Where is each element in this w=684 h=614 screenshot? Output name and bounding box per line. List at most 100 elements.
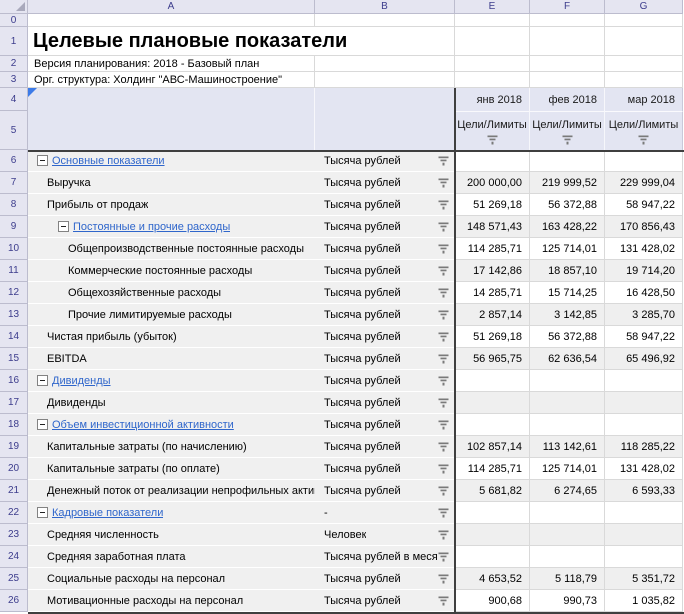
value-cell[interactable]: 17 142,86 (455, 260, 530, 282)
value-cell[interactable] (455, 150, 530, 172)
value-cell[interactable]: 58 947,22 (605, 194, 683, 216)
value-cell[interactable]: 5 351,72 (605, 568, 683, 590)
value-cell[interactable] (605, 392, 683, 414)
row-header[interactable]: 3 (0, 72, 28, 88)
unit-filter-icon[interactable] (438, 464, 449, 474)
row-header[interactable]: 12 (0, 282, 28, 304)
value-cell[interactable] (605, 370, 683, 392)
row-header[interactable]: 13 (0, 304, 28, 326)
value-cell[interactable]: 5 681,82 (455, 480, 530, 502)
unit-filter-icon[interactable] (438, 244, 449, 254)
row-header[interactable]: 20 (0, 458, 28, 480)
value-cell[interactable]: 114 285,71 (455, 458, 530, 480)
unit-filter-icon[interactable] (438, 398, 449, 408)
unit-filter-icon[interactable] (438, 486, 449, 496)
column-header-E[interactable]: E (455, 0, 530, 14)
unit-filter-icon[interactable] (438, 332, 449, 342)
empty-cell[interactable] (530, 27, 605, 56)
row-header[interactable]: 4 (0, 88, 28, 111)
row-header[interactable]: 17 (0, 392, 28, 414)
row-header[interactable]: 16 (0, 370, 28, 392)
unit-filter-icon[interactable] (438, 354, 449, 364)
empty-cell[interactable] (530, 56, 605, 72)
group-link[interactable]: Объем инвестиционной активности (52, 419, 234, 431)
value-cell[interactable]: 6 274,65 (530, 480, 605, 502)
value-cell[interactable]: 118 285,22 (605, 436, 683, 458)
empty-cell[interactable] (605, 27, 683, 56)
row-header[interactable]: 14 (0, 326, 28, 348)
row-header[interactable]: 10 (0, 238, 28, 260)
value-cell[interactable]: 15 714,25 (530, 282, 605, 304)
value-cell[interactable]: 5 118,79 (530, 568, 605, 590)
value-cell[interactable] (605, 524, 683, 546)
value-cell[interactable]: 102 857,14 (455, 436, 530, 458)
value-cell[interactable] (530, 502, 605, 524)
value-cell[interactable]: 163 428,22 (530, 216, 605, 238)
value-cell[interactable]: 6 593,33 (605, 480, 683, 502)
empty-cell[interactable] (605, 56, 683, 72)
column-header-A[interactable]: A (28, 0, 315, 14)
row-header[interactable]: 21 (0, 480, 28, 502)
value-cell[interactable]: 229 999,04 (605, 172, 683, 194)
unit-filter-icon[interactable] (438, 552, 449, 562)
value-cell[interactable] (455, 546, 530, 568)
value-cell[interactable]: 19 714,20 (605, 260, 683, 282)
row-header[interactable]: 0 (0, 14, 28, 27)
value-cell[interactable]: 3 142,85 (530, 304, 605, 326)
row-header[interactable]: 23 (0, 524, 28, 546)
unit-filter-icon[interactable] (438, 310, 449, 320)
empty-cell[interactable] (455, 56, 530, 72)
empty-cell[interactable] (605, 72, 683, 88)
group-link[interactable]: Кадровые показатели (52, 507, 163, 519)
value-cell[interactable]: 131 428,02 (605, 458, 683, 480)
collapse-icon[interactable] (37, 419, 48, 430)
value-cell[interactable]: 148 571,43 (455, 216, 530, 238)
value-cell[interactable] (605, 502, 683, 524)
group-link[interactable]: Постоянные и прочие расходы (73, 221, 230, 233)
unit-filter-icon[interactable] (438, 596, 449, 606)
empty-cell[interactable] (455, 72, 530, 88)
empty-cell[interactable] (315, 14, 455, 27)
value-cell[interactable]: 113 142,61 (530, 436, 605, 458)
value-cell[interactable] (605, 546, 683, 568)
unit-filter-icon[interactable] (438, 222, 449, 232)
value-cell[interactable] (530, 524, 605, 546)
row-header[interactable]: 2 (0, 56, 28, 72)
value-cell[interactable]: 131 428,02 (605, 238, 683, 260)
value-cell[interactable]: 114 285,71 (455, 238, 530, 260)
value-cell[interactable]: 65 496,92 (605, 348, 683, 370)
value-cell[interactable]: 56 372,88 (530, 326, 605, 348)
value-cell[interactable] (455, 524, 530, 546)
value-cell[interactable]: 990,73 (530, 590, 605, 612)
value-cell[interactable]: 18 857,10 (530, 260, 605, 282)
value-cell[interactable] (455, 502, 530, 524)
column-header-G[interactable]: G (605, 0, 683, 14)
measure-filter-icon[interactable] (562, 135, 573, 145)
row-header[interactable]: 8 (0, 194, 28, 216)
value-cell[interactable] (455, 392, 530, 414)
value-cell[interactable]: 51 269,18 (455, 326, 530, 348)
value-cell[interactable]: 56 372,88 (530, 194, 605, 216)
row-header[interactable]: 1 (0, 27, 28, 56)
unit-filter-icon[interactable] (438, 178, 449, 188)
unit-filter-icon[interactable] (438, 442, 449, 452)
value-cell[interactable] (605, 414, 683, 436)
unit-filter-icon[interactable] (438, 266, 449, 276)
row-header[interactable]: 19 (0, 436, 28, 458)
unit-filter-icon[interactable] (438, 376, 449, 386)
row-header[interactable]: 6 (0, 150, 28, 172)
value-cell[interactable]: 51 269,18 (455, 194, 530, 216)
empty-cell[interactable] (455, 27, 530, 56)
value-cell[interactable] (530, 150, 605, 172)
empty-cell[interactable] (315, 72, 455, 88)
unit-filter-icon[interactable] (438, 508, 449, 518)
value-cell[interactable]: 4 653,52 (455, 568, 530, 590)
unit-filter-icon[interactable] (438, 288, 449, 298)
row-header[interactable]: 25 (0, 568, 28, 590)
value-cell[interactable]: 14 285,71 (455, 282, 530, 304)
row-header[interactable]: 18 (0, 414, 28, 436)
value-cell[interactable]: 200 000,00 (455, 172, 530, 194)
value-cell[interactable]: 1 035,82 (605, 590, 683, 612)
value-cell[interactable]: 62 636,54 (530, 348, 605, 370)
row-header[interactable]: 5 (0, 111, 28, 150)
